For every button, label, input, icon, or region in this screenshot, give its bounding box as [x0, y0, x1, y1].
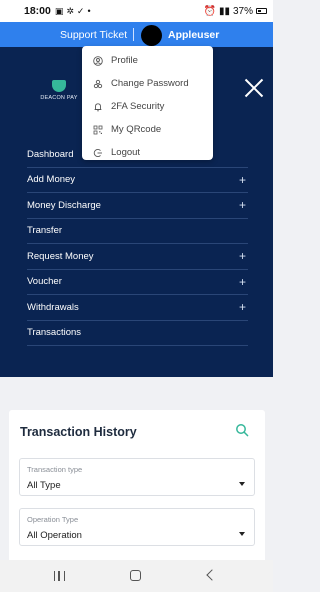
- settings-icon: ✲: [66, 5, 74, 16]
- battery-percent: 37%: [232, 5, 253, 17]
- sidebar-item-label: Voucher: [27, 276, 62, 288]
- signal-icon: ▮▮: [218, 5, 230, 17]
- check-icon: ✓: [76, 5, 85, 16]
- menu-item-label: Logout: [111, 147, 141, 158]
- status-time: 18:00: [24, 5, 51, 17]
- status-right: ⏰ ▮▮ 37%: [204, 6, 267, 17]
- sidebar-item-transfer[interactable]: Transfer: [27, 219, 248, 244]
- caret-down-icon: [239, 532, 245, 536]
- field-value: All Type: [27, 480, 61, 491]
- support-ticket-link[interactable]: Support Ticket: [60, 29, 127, 41]
- expand-plus-icon[interactable]: +: [239, 198, 248, 212]
- expand-plus-icon[interactable]: +: [239, 249, 248, 263]
- sidebar-item-label: Money Discharge: [27, 199, 101, 211]
- menu-item-profile[interactable]: Profile: [82, 49, 213, 72]
- sidebar-item-withdrawals[interactable]: Withdrawals +: [27, 295, 248, 321]
- menu-item-logout[interactable]: Logout: [82, 141, 213, 164]
- logout-icon: [93, 148, 103, 158]
- transaction-history-card: Transaction History Transaction type All…: [9, 410, 265, 570]
- menu-item-2fa-security[interactable]: 2FA Security: [82, 95, 213, 118]
- dot-icon: •: [87, 6, 91, 16]
- transaction-type-select[interactable]: Transaction type All Type: [19, 458, 255, 496]
- top-bar: Support Ticket Appleuser: [0, 22, 273, 47]
- alarm-icon: ⏰: [203, 5, 216, 17]
- menu-item-label: My QRcode: [111, 124, 162, 135]
- operation-type-select[interactable]: Operation Type All Operation: [19, 508, 255, 546]
- sidebar-item-label: Withdrawals: [27, 301, 79, 313]
- brand-logo: DEACON PAY: [37, 80, 81, 101]
- menu-item-label: Change Password: [111, 78, 189, 89]
- field-label: Operation Type: [27, 515, 79, 524]
- sidebar-item-add-money[interactable]: Add Money +: [27, 168, 248, 193]
- system-nav-bar: [0, 560, 273, 592]
- menu-item-my-qrcode[interactable]: My QRcode: [82, 118, 213, 141]
- sidebar-item-label: Transactions: [27, 327, 82, 339]
- field-label: Transaction type: [27, 465, 83, 474]
- topbar-divider: [133, 28, 134, 41]
- search-icon[interactable]: [235, 423, 249, 437]
- sidebar-item-transactions[interactable]: Transactions: [27, 321, 248, 346]
- section-title: Transaction History: [20, 425, 137, 439]
- qr-code-icon: [93, 125, 103, 135]
- sidebar-item-label: Transfer: [27, 225, 63, 237]
- expand-plus-icon[interactable]: +: [239, 300, 248, 314]
- sidebar-item-label: Request Money: [27, 250, 94, 262]
- expand-plus-icon[interactable]: +: [239, 173, 248, 187]
- home-icon[interactable]: [130, 570, 141, 581]
- status-bar: 18:00 ▣ ✲ ✓ • ⏰ ▮▮ 37%: [0, 0, 273, 22]
- logo-text: DEACON PAY: [40, 95, 78, 101]
- user-icon: [93, 55, 103, 66]
- field-value: All Operation: [27, 530, 82, 541]
- menu-item-label: 2FA Security: [111, 101, 165, 112]
- avatar[interactable]: [141, 25, 162, 46]
- logo-mark-icon: [52, 80, 66, 92]
- bell-icon: [93, 102, 103, 112]
- menu-item-label: Profile: [111, 55, 138, 66]
- back-icon[interactable]: [206, 569, 218, 581]
- battery-icon: [256, 8, 267, 14]
- caret-down-icon: [239, 482, 245, 486]
- side-nav: Dashboard Add Money + Money Discharge + …: [27, 142, 248, 346]
- sidebar-item-request-money[interactable]: Request Money +: [27, 244, 248, 270]
- sidebar-item-voucher[interactable]: Voucher +: [27, 270, 248, 295]
- expand-plus-icon[interactable]: +: [239, 275, 248, 289]
- username-menu-toggle[interactable]: Appleuser: [168, 29, 219, 41]
- key-icon: [93, 79, 103, 89]
- close-icon[interactable]: [243, 77, 265, 99]
- image-icon: ▣: [54, 5, 64, 16]
- sidebar-item-label: Add Money: [27, 174, 76, 186]
- sidebar-item-money-discharge[interactable]: Money Discharge +: [27, 193, 248, 219]
- sidebar-item-label: Dashboard: [27, 148, 74, 160]
- status-notification-icons: ▣ ✲ ✓ •: [55, 6, 91, 17]
- menu-item-change-password[interactable]: Change Password: [82, 72, 213, 95]
- user-dropdown-menu: Profile Change Password 2FA Security My …: [82, 46, 213, 160]
- recent-apps-icon[interactable]: [54, 571, 65, 581]
